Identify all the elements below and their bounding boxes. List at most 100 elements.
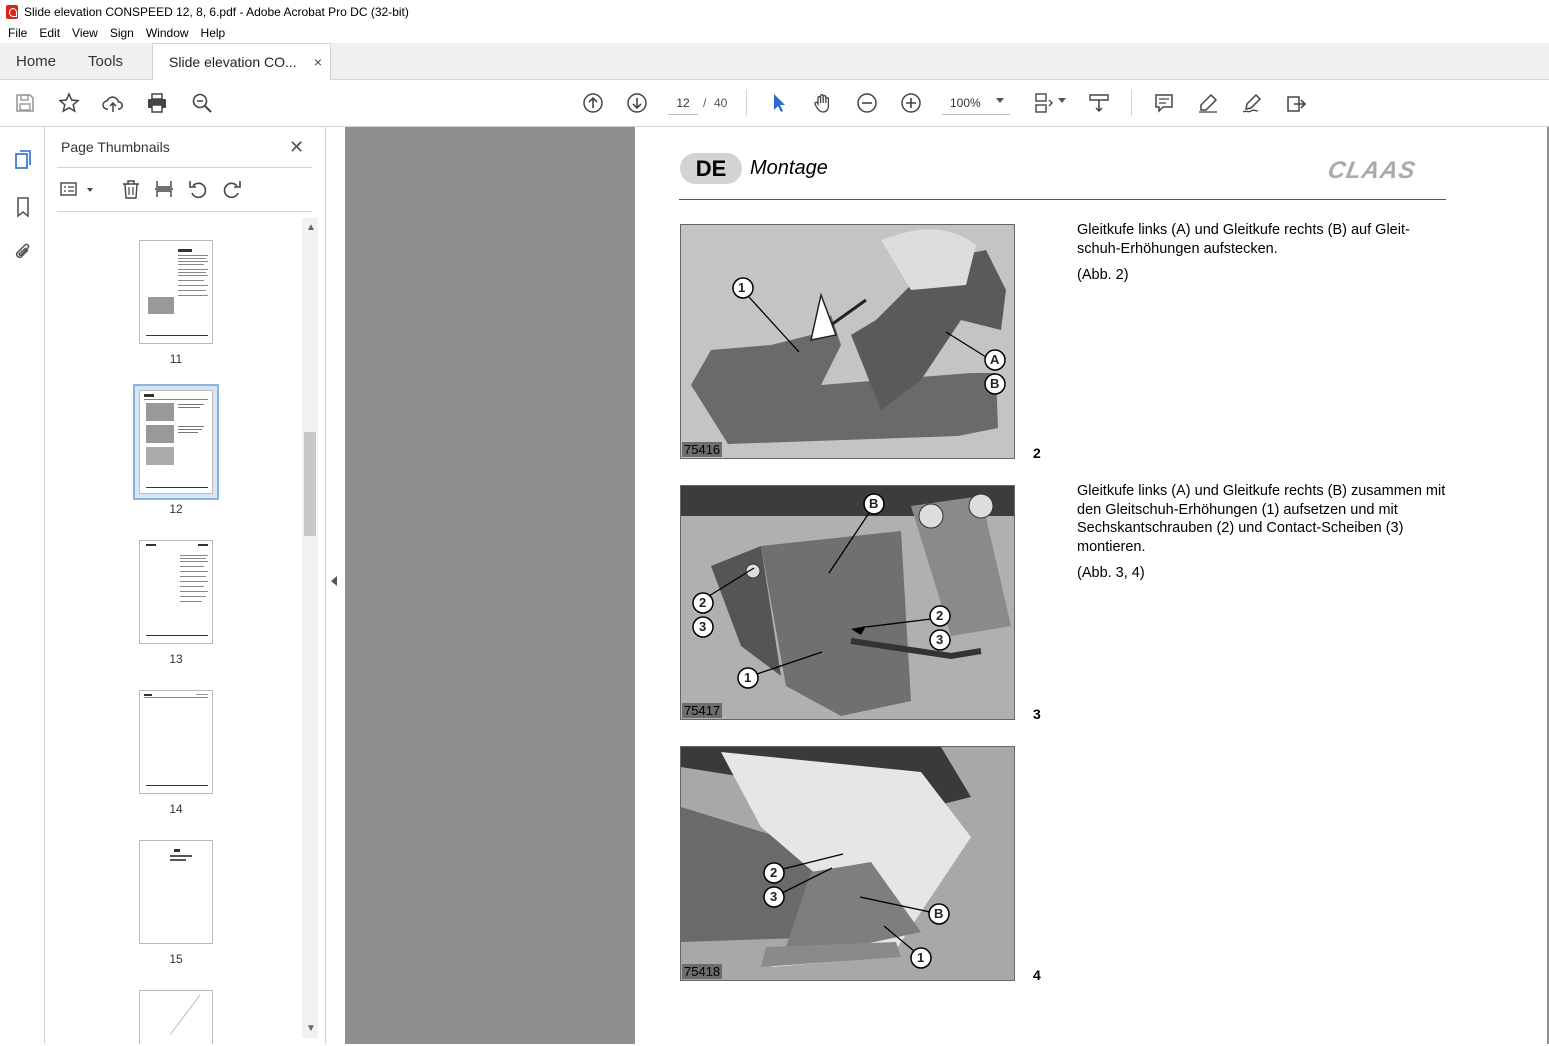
section-title: Montage [750, 157, 828, 179]
tab-close-button[interactable]: × [314, 54, 322, 70]
document-viewer: DE Montage CLAAS 1 A B 75416 2 Gleitkufe… [345, 127, 1549, 1044]
page-display-icon[interactable] [1032, 91, 1056, 115]
zoom-search-icon[interactable] [190, 91, 214, 115]
tab-bar: Home Tools Slide elevation CO... × [0, 43, 1549, 80]
tab-document-label: Slide elevation CO... [169, 54, 297, 70]
star-icon[interactable] [57, 91, 81, 115]
print-icon[interactable] [145, 91, 169, 115]
upload-cloud-icon[interactable] [101, 91, 125, 115]
title-bar: Slide elevation CONSPEED 12, 8, 6.pdf - … [0, 0, 1549, 23]
menu-edit[interactable]: Edit [33, 26, 66, 40]
figure-code: 75417 [682, 703, 723, 718]
scroll-up-icon[interactable]: ▲ [306, 222, 316, 233]
toolbar [0, 80, 1549, 127]
sign-icon[interactable] [1240, 91, 1264, 115]
figure-number: 3 [1033, 706, 1041, 722]
panel-title: Page Thumbnails [61, 139, 170, 155]
callout-3: 3 [936, 632, 944, 647]
scroll-mode-icon[interactable] [1087, 91, 1111, 115]
chevron-down-icon[interactable] [1058, 98, 1066, 103]
thumbnail-page-label: 11 [169, 352, 183, 366]
callout-b: B [869, 496, 879, 511]
brand-logo: CLAAS [1325, 157, 1419, 184]
instruction-text: Gleitkufe links (A) und Gleitkufe rechts… [1077, 483, 1446, 555]
divider [57, 211, 312, 212]
figure-number: 4 [1033, 967, 1041, 983]
page-thumbnail[interactable] [139, 990, 213, 1044]
callout-b: B [990, 376, 1000, 391]
figure-code: 75416 [682, 442, 723, 457]
tab-tools[interactable]: Tools [72, 43, 139, 79]
scrollbar-thumb[interactable] [304, 432, 316, 536]
callout-2: 2 [699, 595, 707, 610]
callout-2: 2 [936, 608, 944, 623]
page-thumbnail[interactable] [139, 690, 213, 794]
hand-pan-icon[interactable] [811, 91, 835, 115]
figure-code: 75418 [682, 964, 723, 979]
panel-splitter[interactable] [325, 127, 345, 1044]
tab-document[interactable]: Slide elevation CO... × [152, 43, 332, 80]
page-total: 40 [714, 96, 728, 110]
callout-1: 1 [917, 950, 925, 965]
collapse-panel-icon[interactable] [331, 576, 337, 586]
pdf-page: DE Montage CLAAS 1 A B 75416 2 Gleitkufe… [635, 127, 1547, 1044]
zoom-out-icon[interactable] [855, 91, 879, 115]
figure-photo: B 2 3 2 3 1 75417 [680, 485, 1015, 720]
thumbnail-page-label: 15 [169, 952, 183, 966]
toolbar-separator [1131, 90, 1132, 116]
highlight-pen-icon[interactable] [1196, 91, 1220, 115]
thumbnail-scrollbar[interactable]: ▲ ▼ [302, 218, 318, 1038]
page-thumbnail[interactable] [139, 540, 213, 644]
callout-b: B [934, 906, 944, 921]
bookmark-icon[interactable] [10, 194, 36, 220]
zoom-in-icon[interactable] [899, 91, 923, 115]
next-page-icon[interactable] [625, 91, 649, 115]
close-icon[interactable]: ✕ [289, 137, 304, 158]
page-thumbnails-icon[interactable] [10, 147, 36, 173]
rotate-right-icon[interactable] [221, 178, 243, 200]
thumbnail-page-label: 13 [169, 652, 183, 666]
select-pointer-icon[interactable] [767, 91, 791, 115]
callout-3: 3 [770, 889, 778, 904]
page-thumbnail[interactable] [139, 240, 213, 344]
menu-window[interactable]: Window [140, 26, 195, 40]
page-thumbnails-panel: Page Thumbnails ✕ 11 12 13 14 15 [45, 127, 325, 1044]
chevron-down-icon[interactable] [87, 188, 93, 192]
send-review-icon[interactable] [1284, 91, 1308, 115]
window-title: Slide elevation CONSPEED 12, 8, 6.pdf - … [24, 4, 409, 19]
page-thumbnail[interactable] [139, 840, 213, 944]
callout-1: 1 [744, 670, 752, 685]
page-thumbnail-selected[interactable] [139, 390, 213, 494]
page-number-input[interactable] [668, 91, 698, 115]
callout-a: A [990, 352, 1000, 367]
tab-home[interactable]: Home [0, 43, 72, 79]
figure-photo: 2 3 B 1 75418 [680, 746, 1015, 981]
menu-view[interactable]: View [66, 26, 104, 40]
scroll-down-icon[interactable]: ▼ [306, 1023, 316, 1034]
save-icon[interactable] [13, 91, 37, 115]
menu-help[interactable]: Help [195, 26, 232, 40]
comment-icon[interactable] [1152, 91, 1176, 115]
delete-page-icon[interactable] [120, 178, 142, 200]
extract-page-icon[interactable] [153, 178, 175, 200]
figure-number: 2 [1033, 445, 1041, 461]
menu-file[interactable]: File [2, 26, 33, 40]
zoom-select[interactable]: 100% [942, 91, 1010, 115]
previous-page-icon[interactable] [581, 91, 605, 115]
acrobat-icon [6, 4, 18, 19]
thumbnail-page-label: 14 [169, 802, 183, 816]
figure-reference: (Abb. 3, 4) [1077, 565, 1145, 581]
thumbnail-options-icon[interactable] [59, 178, 81, 200]
attachment-icon[interactable] [10, 239, 36, 265]
page-separator: / [703, 96, 707, 110]
rotate-left-icon[interactable] [187, 178, 209, 200]
zoom-value: 100% [950, 95, 981, 110]
figure-photo: 1 A B 75416 [680, 224, 1015, 459]
callout-1: 1 [738, 280, 746, 295]
chevron-down-icon [996, 98, 1004, 103]
toolbar-separator [746, 90, 747, 116]
callout-2: 2 [770, 865, 778, 880]
figure-reference: (Abb. 2) [1077, 267, 1129, 283]
navigation-rail [0, 127, 45, 1044]
menu-sign[interactable]: Sign [104, 26, 140, 40]
